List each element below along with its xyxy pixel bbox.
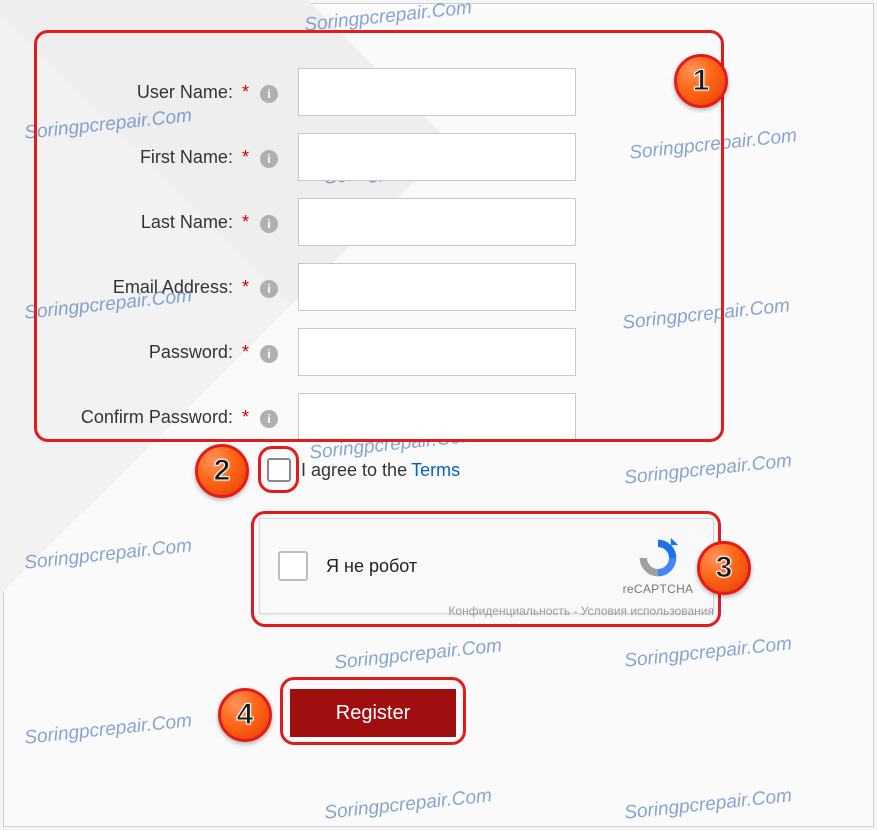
watermark: Soringpcrepair.Com [323, 785, 493, 824]
info-icon[interactable]: i [260, 410, 278, 428]
lastname-label: Last Name: * i [50, 212, 278, 233]
watermark: Soringpcrepair.Com [23, 710, 193, 749]
watermark: Soringpcrepair.Com [623, 450, 793, 489]
annotation-badge-2: 2 [195, 444, 249, 498]
required-mark: * [242, 212, 249, 232]
required-mark: * [242, 82, 249, 102]
firstname-label: First Name: * i [50, 147, 278, 168]
annotation-badge-4: 4 [218, 688, 272, 742]
recaptcha-footer: Конфиденциальность - Условия использован… [259, 604, 714, 618]
lastname-input[interactable] [298, 198, 576, 246]
terms-checkbox[interactable] [267, 458, 291, 482]
password-input[interactable] [298, 328, 576, 376]
info-icon[interactable]: i [260, 85, 278, 103]
annotation-badge-3: 3 [697, 541, 751, 595]
terms-link[interactable]: Terms [411, 460, 460, 481]
watermark: Soringpcrepair.Com [628, 125, 798, 164]
required-mark: * [242, 147, 249, 167]
watermark: Soringpcrepair.Com [623, 633, 793, 672]
watermark: Soringpcrepair.Com [333, 635, 503, 674]
annotation-badge-1: 1 [674, 54, 728, 108]
username-input[interactable] [298, 68, 576, 116]
firstname-input[interactable] [298, 133, 576, 181]
required-mark: * [242, 277, 249, 297]
recaptcha-logo-icon [636, 536, 680, 580]
info-icon[interactable]: i [260, 215, 278, 233]
password-label: Password: * i [50, 342, 278, 363]
watermark: Soringpcrepair.Com [623, 785, 793, 824]
row-password: Password: * i [50, 326, 590, 378]
page-container: Soringpcrepair.Com Soringpcrepair.Com So… [3, 3, 874, 827]
recaptcha-checkbox[interactable] [278, 551, 308, 581]
username-label: User Name: * i [50, 82, 278, 103]
info-icon[interactable]: i [260, 345, 278, 363]
row-confirm-password: Confirm Password: * i [50, 391, 590, 443]
row-email: Email Address: * i [50, 261, 590, 313]
row-firstname: First Name: * i [50, 131, 590, 183]
terms-text: I agree to the [301, 460, 407, 481]
recaptcha-widget: Я не робот reCAPTCHA [259, 518, 714, 614]
terms-row: I agree to the Terms [267, 458, 460, 482]
watermark: Soringpcrepair.Com [621, 295, 791, 334]
confirm-password-input[interactable] [298, 393, 576, 441]
confirm-password-label: Confirm Password: * i [50, 407, 278, 428]
recaptcha-label: Я не робот [326, 556, 603, 577]
row-username: User Name: * i [50, 66, 590, 118]
email-label: Email Address: * i [50, 277, 278, 298]
email-input[interactable] [298, 263, 576, 311]
register-button[interactable]: Register [290, 689, 456, 737]
required-mark: * [242, 407, 249, 427]
row-lastname: Last Name: * i [50, 196, 590, 248]
info-icon[interactable]: i [260, 150, 278, 168]
required-mark: * [242, 342, 249, 362]
info-icon[interactable]: i [260, 280, 278, 298]
